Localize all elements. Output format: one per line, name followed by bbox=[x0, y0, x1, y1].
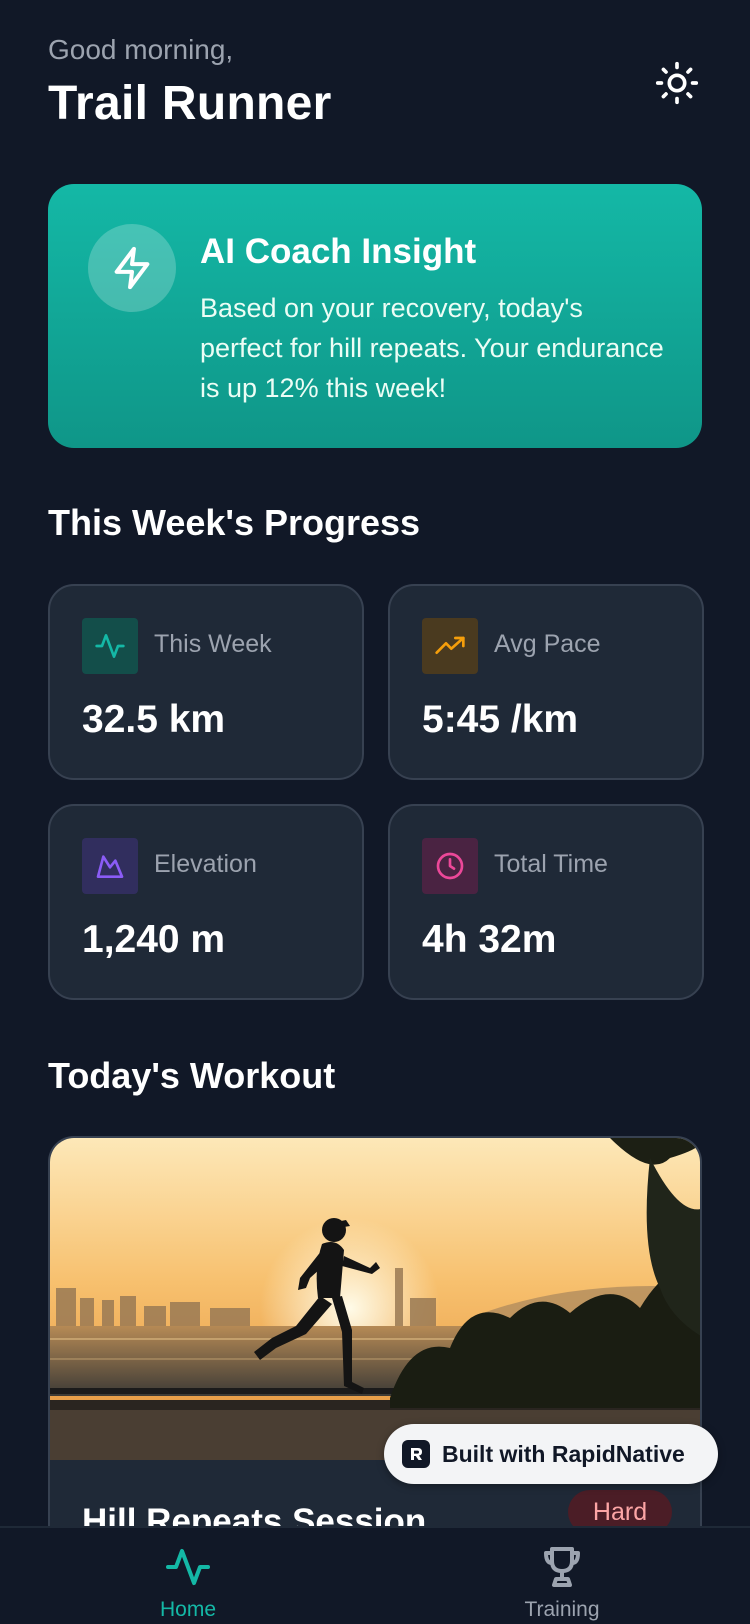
ai-coach-card[interactable]: AI Coach Insight Based on your recovery,… bbox=[48, 184, 702, 448]
stat-value: 1,240 m bbox=[82, 918, 226, 961]
activity-pulse-icon bbox=[163, 1542, 213, 1592]
bottom-tab-bar: Home Training bbox=[0, 1526, 750, 1624]
tab-home[interactable]: Home bbox=[108, 1528, 268, 1624]
stat-label: Total Time bbox=[494, 850, 608, 878]
stat-value: 5:45 /km bbox=[422, 698, 579, 741]
activity-pulse-icon bbox=[95, 634, 125, 658]
stat-icon-box bbox=[82, 618, 138, 674]
built-with-text: Built with RapidNative bbox=[442, 1440, 685, 1467]
workout-runner-image bbox=[50, 1138, 700, 1460]
stat-label: Avg Pace bbox=[494, 630, 601, 658]
stat-card-distance[interactable]: This Week 32.5 km bbox=[48, 584, 364, 780]
coach-icon-circle bbox=[88, 224, 176, 312]
page-title: Trail Runner bbox=[48, 77, 332, 130]
stat-icon-box bbox=[422, 838, 478, 894]
stat-label: This Week bbox=[154, 630, 272, 658]
progress-section-title: This Week's Progress bbox=[48, 502, 421, 543]
theme-toggle-button[interactable] bbox=[652, 58, 702, 108]
trophy-icon bbox=[537, 1542, 587, 1592]
stat-value: 4h 32m bbox=[422, 918, 557, 961]
home-screen: Good morning, Trail Runner AI Coach Insi… bbox=[0, 0, 750, 1624]
tab-training-label: Training bbox=[524, 1598, 600, 1621]
stat-card-time[interactable]: Total Time 4h 32m bbox=[388, 804, 704, 1000]
coach-title: AI Coach Insight bbox=[200, 232, 477, 271]
trending-up-icon bbox=[435, 636, 465, 654]
rapidnative-logo-icon bbox=[402, 1440, 430, 1468]
stat-card-pace[interactable]: Avg Pace 5:45 /km bbox=[388, 584, 704, 780]
sun-icon bbox=[655, 61, 699, 105]
workout-section-title: Today's Workout bbox=[48, 1055, 336, 1096]
stat-icon-box bbox=[82, 838, 138, 894]
mountain-icon bbox=[96, 855, 124, 878]
stat-value: 32.5 km bbox=[82, 698, 226, 741]
stat-icon-box bbox=[422, 618, 478, 674]
lightning-icon bbox=[114, 246, 150, 290]
stat-label: Elevation bbox=[154, 850, 257, 878]
clock-icon bbox=[436, 852, 464, 880]
greeting-text: Good morning, bbox=[48, 34, 234, 65]
coach-insight-text: Based on your recovery, today's perfect … bbox=[200, 293, 664, 403]
built-with-badge[interactable]: Built with RapidNative bbox=[384, 1424, 718, 1484]
stat-card-elevation[interactable]: Elevation 1,240 m bbox=[48, 804, 364, 1000]
tab-home-label: Home bbox=[159, 1598, 217, 1621]
tab-training[interactable]: Training bbox=[482, 1528, 642, 1624]
